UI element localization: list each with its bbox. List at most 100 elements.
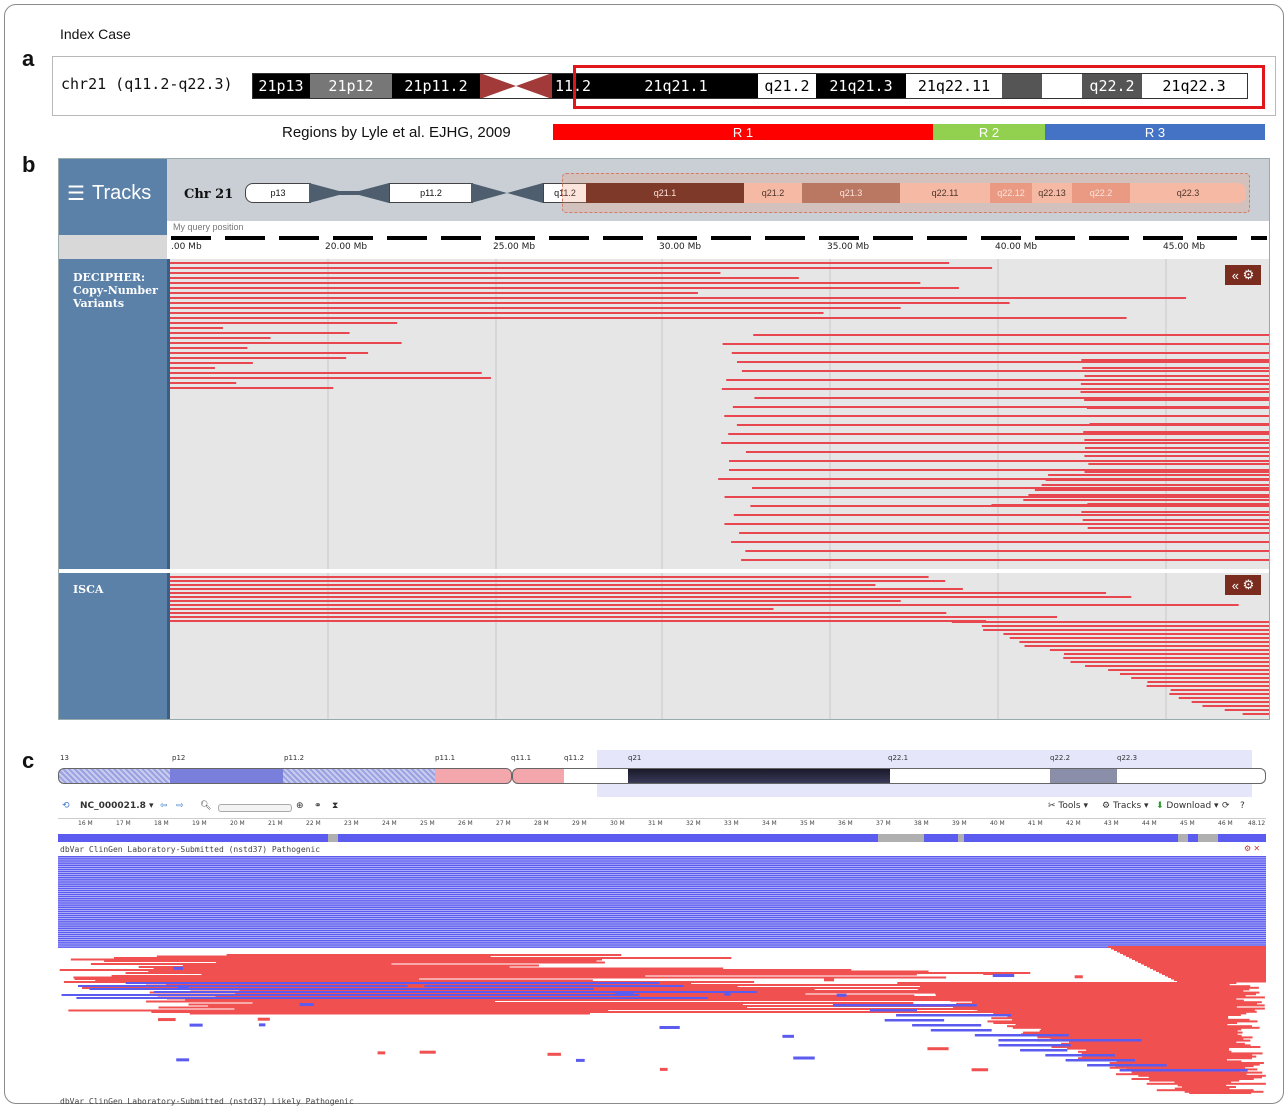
variant-bar [1009,637,1269,639]
plot-background [170,259,1269,569]
variant-bar [1085,665,1269,667]
pathogenic-bar [173,966,184,970]
band-label-c: p11.2 [284,754,305,762]
variant-bar [170,347,248,349]
ruler-tick-c: 46 M [1218,820,1233,827]
binoculars-icon[interactable]: ⚭ [314,801,322,811]
pathogenic-bar [896,1014,1011,1017]
region-r3: R 3 [1045,124,1265,140]
variant-bar [721,388,1269,390]
variant-bar [170,272,721,274]
ruler-tick-c: 34 M [762,820,777,827]
band-label-c: p11.1 [435,754,456,762]
pathogenic-bar [1120,1043,1138,1047]
isca-settings[interactable]: « ⚙ [1225,575,1261,595]
reload-icon[interactable]: ⟳ [1222,801,1230,811]
tracks-label-c: Tracks [1112,801,1142,811]
variant-bar [170,367,216,369]
pathogenic-bar [58,895,1266,898]
zoom-in-icon[interactable]: ⊕ [296,801,304,811]
pathogenic-bar [58,914,1266,917]
help-icon[interactable]: ? [1240,801,1245,811]
band-label-c: q11.2 [564,754,585,762]
pathogenic-bar [153,991,757,993]
variant-bar [170,327,223,329]
query-position-label: My query position [173,222,244,232]
accession-select[interactable]: NC_000021.8 ▾ [80,801,154,811]
variant-bar [754,397,1269,399]
ruler-tick-c: 28 M [534,820,549,827]
track-sidebar-isca[interactable]: ISCA [59,573,170,719]
panel-label-c: c [22,748,35,773]
ruler-tick-c: 26 M [458,820,473,827]
ruler-tick: 35.00 Mb [827,242,870,252]
pathogenic-bar [58,923,1266,925]
band-p13-b: p13 [245,183,311,203]
collapse-icon[interactable]: « [1232,578,1239,593]
tracks-menu-box[interactable]: ☰ Tracks [59,159,167,235]
pathogenic-bar [1145,1046,1166,1050]
gear-icon[interactable]: ⚙ [1243,267,1255,283]
close-icon[interactable]: ⚙ ✕ [1244,844,1260,853]
hourglass-icon[interactable]: ⧗ [332,801,338,811]
pathogenic-bar [1087,1064,1167,1067]
variant-bar [170,352,369,354]
chromosome-label: chr21 (q11.2-q22.3) [61,75,233,93]
tracks-menu-label[interactable]: Tracks [92,182,151,205]
ideo-c-p11-1 [435,768,512,784]
index-case-label: Index Case [60,26,131,42]
band-label-c: q11.1 [511,754,532,762]
gear-icon[interactable]: ⚙ [1243,577,1255,593]
track-sidebar-decipher[interactable]: DECIPHER: Copy-Number Variants [59,259,170,569]
ruler-tick-c: 35 M [800,820,815,827]
pathogenic-bar [58,912,1266,915]
variant-bar [1191,701,1269,703]
ruler-tick-c: 41 M [1028,820,1043,827]
ruler-tick-c: 45 M [1180,820,1195,827]
variant-bar [1084,375,1269,377]
variant-bar [1081,511,1269,513]
band-label-c: p12 [172,754,186,762]
collapse-icon[interactable]: « [1232,268,1239,283]
pathogenic-bar [58,893,1266,896]
pathogenic-bar [61,994,640,996]
variant-bar [981,625,1269,627]
decipher-settings[interactable]: « ⚙ [1225,265,1261,285]
zoom-out-icon[interactable]: 🔍︎ [200,801,211,811]
variant-bar [951,621,1269,623]
pathogenic-bar [58,872,1266,875]
variant-bar [170,580,946,582]
tools-menu[interactable]: ✂ Tools ▾ [1048,801,1088,811]
sequence-bar [58,834,1266,842]
pathogenic-bar [782,1034,794,1038]
tracks-menu-c[interactable]: ⚙ Tracks ▾ [1102,801,1149,811]
zoom-slider[interactable] [218,804,292,812]
download-menu[interactable]: ⬇ Download ▾ [1156,801,1219,811]
region-r2: R 2 [933,124,1045,140]
pathogenic-bar [158,1018,176,1022]
variant-bar [1045,479,1269,481]
variant-bar [170,600,901,602]
ruler-tick-c: 40 M [990,820,1005,827]
pathogenic-bar [58,940,1266,942]
ruler-tick-c: 24 M [382,820,397,827]
refresh-icon[interactable]: ⟲ [62,801,70,811]
nav-left-icon[interactable]: ⇦ [160,801,168,811]
pathogenic-bar [930,1029,992,1032]
hamburger-icon[interactable]: ☰ [67,181,85,206]
variant-bar [1202,705,1269,707]
variant-bar [731,352,1269,354]
pathogenic-bar [58,874,1266,877]
pathogenic-bar [58,868,1266,871]
ideogram-selection-b[interactable] [562,173,1250,213]
ruler-tick-c: 21 M [268,820,283,827]
pathogenic-bar [176,1058,190,1062]
ruler-tick: 45.00 Mb [1163,242,1206,252]
variant-bar [1063,657,1269,659]
variant-bar [1024,645,1269,647]
nav-right-icon[interactable]: ⇨ [176,801,184,811]
pathogenic-bar [58,881,1266,883]
pathogenic-bar [258,1023,266,1027]
pathogenic-bar [58,902,1266,904]
variant-bar [745,550,1269,552]
